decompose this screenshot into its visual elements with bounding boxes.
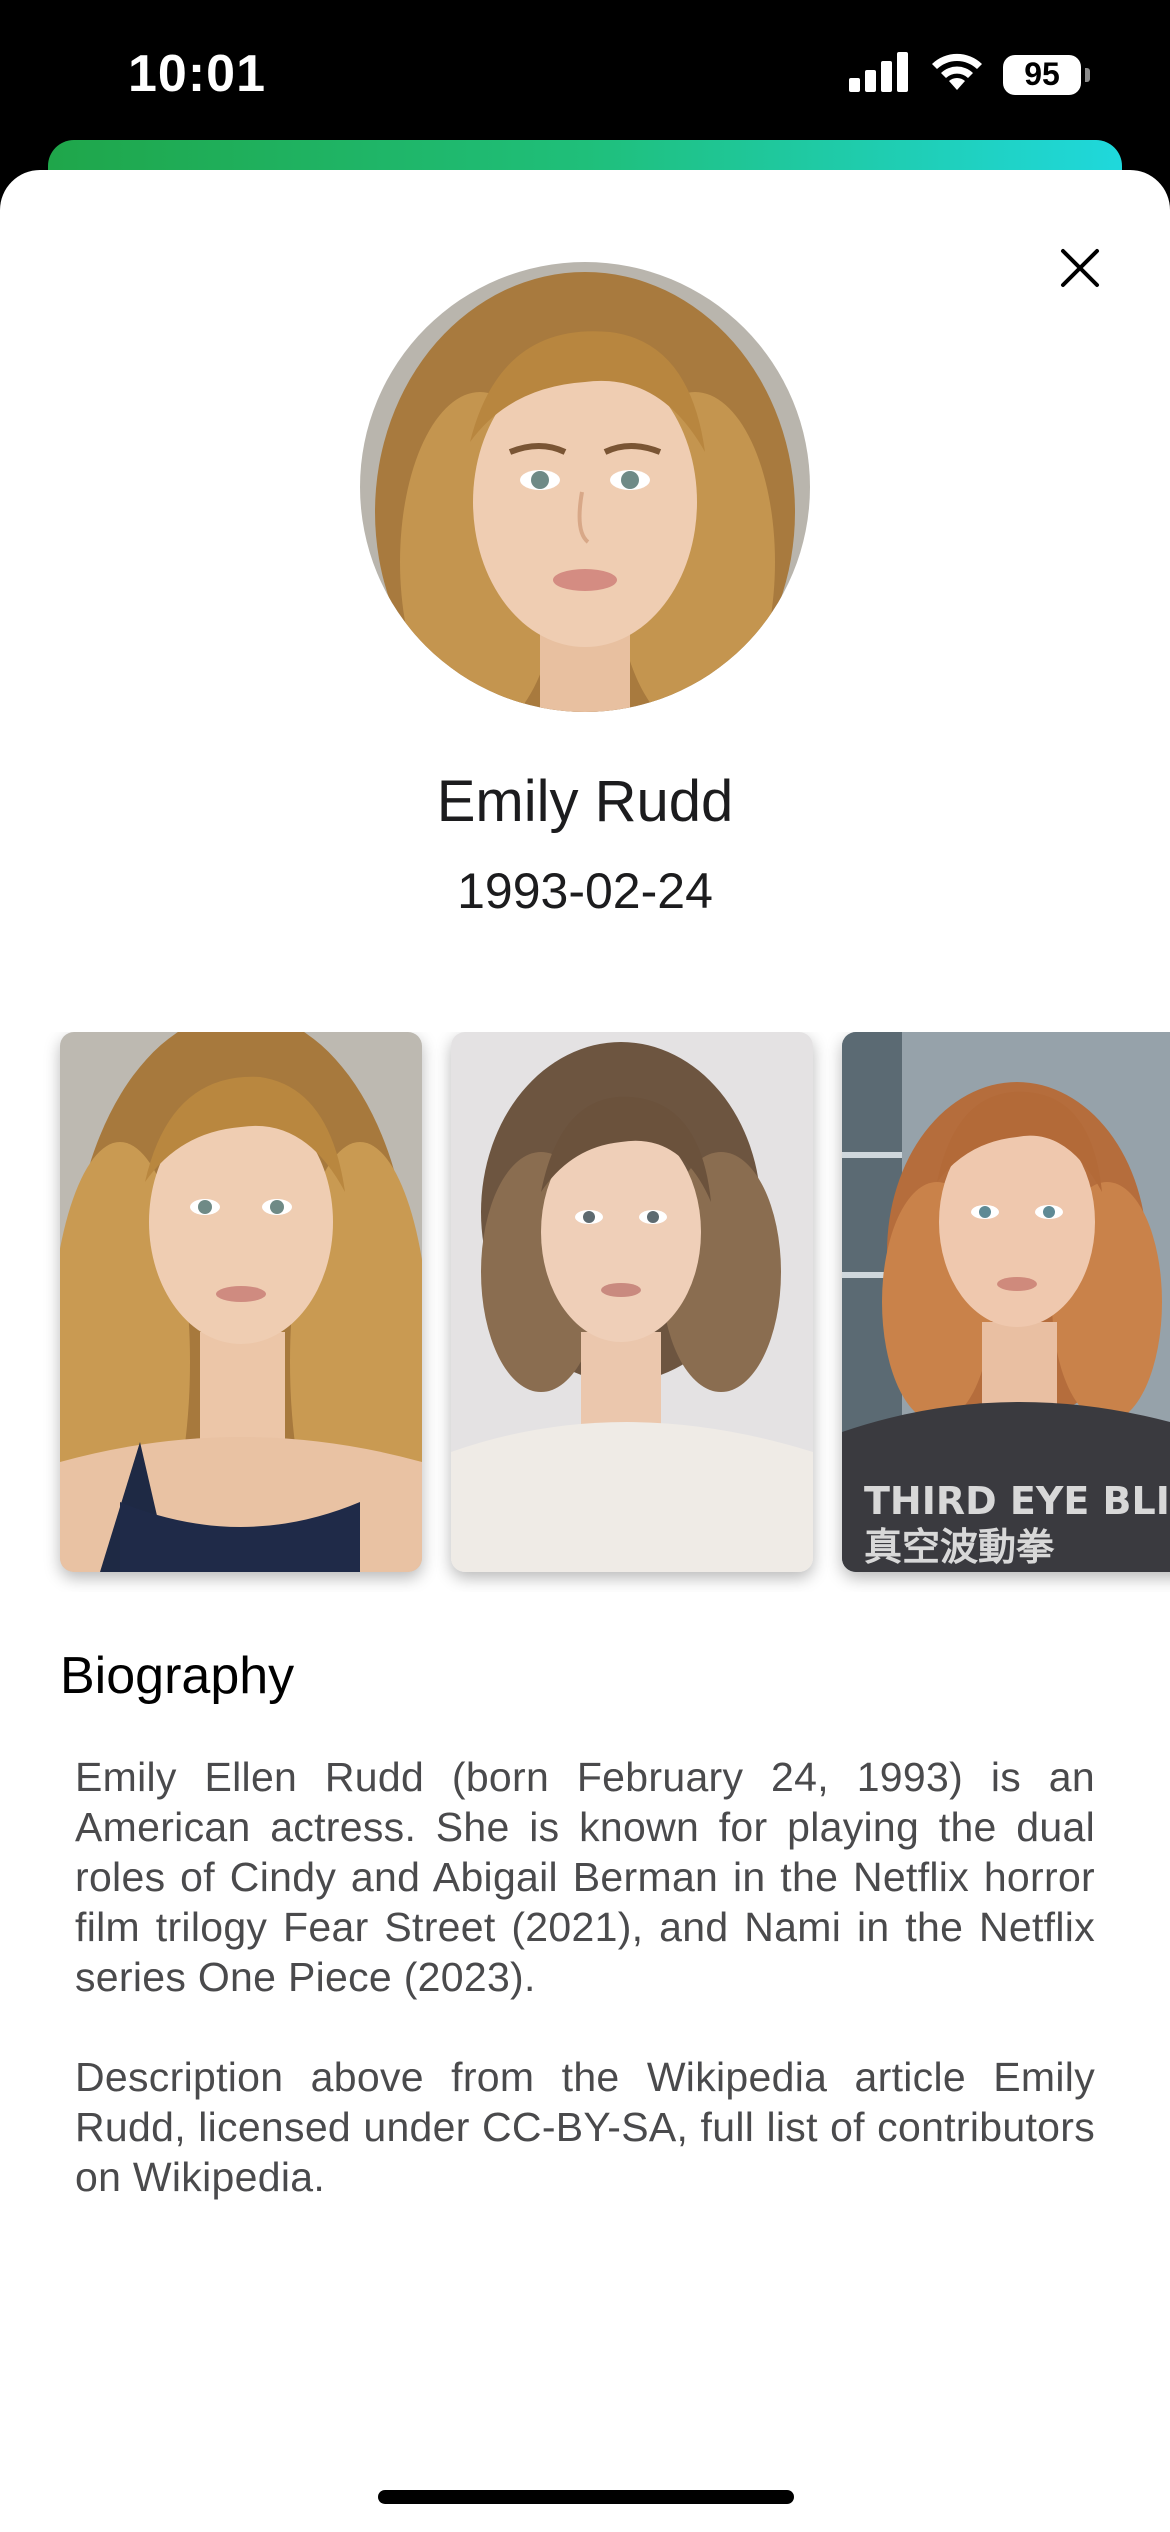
biography-title: Biography xyxy=(60,1647,295,1705)
gallery-photo[interactable]: THIRD EYE BLIND 真空波動拳 xyxy=(842,1032,1170,1572)
status-bar: 10:01 95 xyxy=(0,0,1170,150)
battery-icon: 95 xyxy=(1003,54,1090,95)
biography-attribution: Description above from the Wikipedia art… xyxy=(75,2054,1095,2200)
status-icons: 95 xyxy=(849,52,1090,97)
biography-paragraph: Emily Ellen Rudd (born February 24, 1993… xyxy=(75,1754,1095,2000)
gallery-photo[interactable] xyxy=(451,1032,813,1572)
shirt-text-line2: 真空波動拳 xyxy=(864,1525,1055,1569)
gallery-photo[interactable] xyxy=(60,1032,422,1572)
shirt-text-line1: THIRD EYE BLIND xyxy=(864,1479,1170,1523)
screen: 10:01 95 Emily Rudd 1993-02-24 THIRD EYE… xyxy=(0,0,1170,2532)
birth-date: 1993-02-24 xyxy=(457,863,713,919)
wifi-icon xyxy=(929,52,985,97)
home-indicator[interactable] xyxy=(378,2490,794,2504)
person-name: Emily Rudd xyxy=(436,769,734,834)
close-icon xyxy=(1061,249,1099,287)
photo-gallery[interactable]: THIRD EYE BLIND 真空波動拳 xyxy=(0,1032,1170,1592)
battery-level: 95 xyxy=(1003,54,1081,95)
person-detail-sheet: Emily Rudd 1993-02-24 THIRD EYE BLI 真空波動… xyxy=(0,170,1170,2532)
profile-avatar xyxy=(360,262,810,712)
battery-tip xyxy=(1085,67,1090,82)
biography-text: Emily Ellen Rudd (born February 24, 1993… xyxy=(75,1752,1095,2252)
close-button[interactable] xyxy=(1048,236,1112,300)
status-time: 10:01 xyxy=(128,45,266,103)
cellular-signal-icon xyxy=(849,52,911,97)
